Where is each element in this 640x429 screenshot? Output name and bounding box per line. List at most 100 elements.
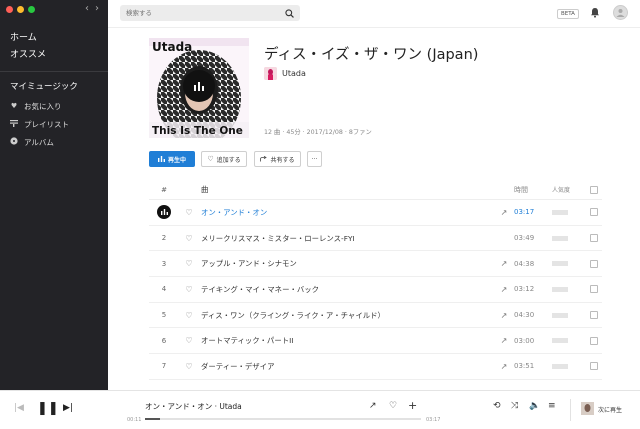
track-duration: 03:17 — [514, 208, 535, 217]
expand-arrow-icon[interactable]: ↗ — [494, 285, 514, 294]
table-row[interactable]: 4 ♡ テイキング・マイ・マネー・バック ↗ 03:12 — [149, 277, 602, 303]
sidebar-library: ♥ お気に入り プレイリスト アルバム — [10, 97, 69, 151]
expand-arrow-icon[interactable]: ↗ — [494, 259, 514, 268]
search-icon[interactable] — [285, 8, 294, 18]
now-playing-icon[interactable] — [157, 205, 171, 220]
table-row[interactable]: 2 ♡ メリークリスマス・ミスター・ローレンス-FYI 03:49 — [149, 226, 602, 252]
track-title[interactable]: アップル・アンド・シナモン — [199, 258, 494, 269]
column-header-title[interactable]: 曲 — [199, 184, 494, 195]
table-row[interactable]: 7 ♡ ダーティー・デザイア ↗ 03:51 — [149, 354, 602, 380]
playlist-icon — [10, 119, 18, 129]
pause-button[interactable]: ❚❚ — [37, 401, 59, 416]
more-button[interactable]: ··· — [307, 151, 322, 167]
track-title[interactable]: ダーティー・デザイア — [199, 361, 494, 372]
track-title[interactable]: オン・アンド・オン — [199, 207, 494, 218]
table-row[interactable]: 6 ♡ オートマティック・パートII ↗ 03:00 — [149, 328, 602, 355]
heart-outline-icon[interactable]: ♡ — [179, 259, 199, 268]
table-row[interactable]: 3 ♡ アップル・アンド・シナモン ↗ 04:38 — [149, 251, 602, 278]
bell-icon[interactable] — [590, 7, 600, 18]
queue-button[interactable]: 次に再生 — [598, 405, 622, 414]
track-table: # 曲 時間 人気度 ♡ オン・アンド・オン ↗ 03:17 2 ♡ メリークリ… — [149, 180, 602, 380]
expand-arrow-icon[interactable]: ↗ — [494, 311, 514, 320]
heart-outline-icon[interactable]: ♡ — [179, 208, 199, 217]
volume-icon[interactable]: 🔈 — [529, 401, 540, 411]
back-icon[interactable]: ‹ — [85, 3, 89, 14]
add-button-label: 追加する — [216, 156, 241, 164]
expand-arrow-icon[interactable]: ↗ — [494, 362, 514, 371]
track-checkbox[interactable] — [586, 336, 602, 345]
popularity-bar — [552, 363, 586, 369]
share-button-label: 共有する — [270, 156, 295, 164]
queue-thumbnail[interactable] — [581, 402, 594, 415]
track-checkbox[interactable] — [586, 311, 602, 320]
play-button[interactable]: 再生中 — [149, 151, 195, 167]
column-header-number: # — [161, 185, 167, 194]
column-header-popularity[interactable]: 人気度 — [552, 185, 586, 194]
add-button[interactable]: ♡ 追加する — [201, 151, 247, 167]
expand-arrow-icon[interactable]: ↗ — [494, 208, 514, 217]
track-number — [149, 205, 179, 220]
sidebar-item-albums[interactable]: アルバム — [10, 133, 69, 151]
sidebar-item-home[interactable]: ホーム — [10, 30, 46, 47]
avatar[interactable] — [613, 5, 628, 20]
track-checkbox[interactable] — [586, 208, 602, 217]
cover-play-button[interactable] — [183, 70, 215, 102]
beta-badge: BETA — [557, 9, 579, 19]
repeat-icon[interactable]: ⟲ — [493, 401, 501, 411]
track-number: 3 — [161, 259, 167, 268]
column-header-time[interactable]: 時間 — [514, 185, 552, 195]
sidebar-item-recommended[interactable]: オススメ — [10, 47, 46, 64]
select-all-checkbox[interactable] — [586, 185, 602, 194]
table-row[interactable]: ♡ オン・アンド・オン ↗ 03:17 — [149, 200, 602, 226]
track-title[interactable]: ディス・ワン（クライング・ライク・ア・チャイルド） — [199, 310, 494, 321]
minimize-window-button[interactable] — [17, 6, 24, 13]
search-box[interactable] — [120, 5, 300, 21]
artist-link[interactable]: Utada — [264, 67, 306, 80]
track-duration: 04:38 — [514, 259, 535, 268]
table-row[interactable]: 5 ♡ ディス・ワン（クライング・ライク・ア・チャイルド） ↗ 04:30 — [149, 303, 602, 329]
next-track-icon[interactable]: ▶| — [63, 403, 73, 413]
track-title[interactable]: メリークリスマス・ミスター・ローレンス-FYI — [199, 233, 494, 244]
progress-fill — [145, 418, 161, 420]
heart-outline-icon[interactable]: ♡ — [389, 401, 397, 411]
equalizer-icon — [194, 82, 204, 91]
track-checkbox[interactable] — [586, 285, 602, 294]
track-title[interactable]: テイキング・マイ・マネー・バック — [199, 284, 494, 295]
equalizer-settings-icon[interactable]: ≡ — [548, 401, 556, 411]
heart-outline-icon[interactable]: ♡ — [179, 285, 199, 294]
progress-slider[interactable] — [145, 418, 421, 420]
previous-track-icon[interactable]: |◀ — [14, 403, 24, 413]
popularity-bar — [552, 338, 586, 344]
now-playing-title[interactable]: オン・アンド・オン · Utada — [145, 401, 242, 412]
track-number: 6 — [161, 336, 167, 345]
search-input[interactable] — [126, 9, 285, 17]
track-title[interactable]: オートマティック・パートII — [199, 335, 494, 346]
shuffle-icon[interactable]: ⤨ — [511, 401, 518, 411]
expand-arrow-icon[interactable]: ↗ — [369, 401, 377, 411]
track-checkbox[interactable] — [586, 362, 602, 371]
close-window-button[interactable] — [6, 6, 13, 13]
add-icon[interactable]: + — [408, 399, 417, 412]
zoom-window-button[interactable] — [28, 6, 35, 13]
elapsed-time: 00:11 — [127, 417, 142, 423]
sidebar-primary-nav: ホーム オススメ — [10, 30, 46, 64]
heart-outline-icon[interactable]: ♡ — [179, 362, 199, 371]
track-duration: 04:30 — [514, 311, 535, 320]
sidebar-item-label: お気に入り — [24, 101, 62, 111]
forward-icon[interactable]: › — [95, 3, 99, 14]
player-divider — [570, 399, 571, 421]
heart-outline-icon[interactable]: ♡ — [179, 234, 199, 243]
track-checkbox[interactable] — [586, 234, 602, 243]
popularity-bar — [552, 261, 586, 267]
heart-outline-icon[interactable]: ♡ — [179, 336, 199, 345]
expand-arrow-icon[interactable]: ↗ — [494, 336, 514, 345]
track-checkbox[interactable] — [586, 259, 602, 268]
sidebar-item-my-music[interactable]: マイミュージック — [10, 80, 78, 92]
track-duration: 03:12 — [514, 285, 535, 294]
sidebar-divider — [0, 71, 108, 72]
heart-outline-icon[interactable]: ♡ — [179, 311, 199, 320]
share-button[interactable]: 共有する — [254, 151, 301, 167]
sidebar-item-playlists[interactable]: プレイリスト — [10, 115, 69, 133]
sidebar-item-favorites[interactable]: ♥ お気に入り — [10, 97, 69, 115]
artist-name[interactable]: Utada — [282, 69, 306, 78]
